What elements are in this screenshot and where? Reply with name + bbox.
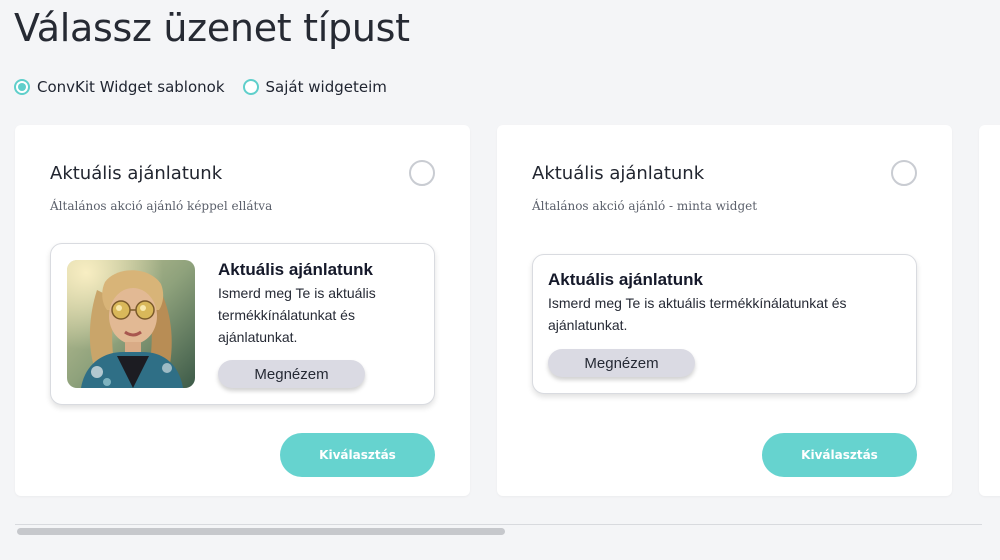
- preview-text: Aktuális ajánlatunk Ismerd meg Te is akt…: [218, 260, 423, 348]
- radio-convkit-templates-label: ConvKit Widget sablonok: [37, 78, 225, 96]
- select-button[interactable]: Kiválasztás: [280, 433, 435, 477]
- card-subtitle: Általános akció ajánló képpel ellátva: [50, 199, 273, 213]
- template-card-partial[interactable]: [979, 125, 1000, 496]
- widget-preview: Aktuális ajánlatunk Ismerd meg Te is akt…: [532, 254, 917, 394]
- widget-source-radio-group: ConvKit Widget sablonok Saját widgeteim: [14, 78, 387, 96]
- card-select-radio[interactable]: [409, 160, 435, 186]
- preview-title: Aktuális ajánlatunk: [548, 270, 703, 289]
- template-card[interactable]: Aktuális ajánlatunk Általános akció aján…: [497, 125, 952, 496]
- preview-title: Aktuális ajánlatunk: [218, 260, 373, 279]
- card-select-radio[interactable]: [891, 160, 917, 186]
- radio-own-widgets-label: Saját widgeteim: [265, 78, 387, 96]
- widget-preview: Aktuális ajánlatunk Ismerd meg Te is akt…: [50, 243, 435, 405]
- template-card[interactable]: Aktuális ajánlatunk Általános akció aján…: [15, 125, 470, 496]
- card-title: Aktuális ajánlatunk: [532, 163, 705, 184]
- horizontal-scrollbar-thumb[interactable]: [17, 528, 505, 535]
- preview-view-button[interactable]: Megnézem: [218, 360, 365, 388]
- radio-own-widgets[interactable]: Saját widgeteim: [242, 78, 387, 96]
- page-title: Válassz üzenet típust: [14, 6, 410, 50]
- radio-selected-icon[interactable]: [14, 79, 30, 95]
- preview-body: Ismerd meg Te is aktuális termékkínálatu…: [218, 285, 376, 345]
- horizontal-scrollbar-track[interactable]: [15, 524, 982, 525]
- preview-view-button[interactable]: Megnézem: [548, 349, 695, 377]
- preview-body: Ismerd meg Te is aktuális termékkínálatu…: [548, 295, 847, 333]
- select-button[interactable]: Kiválasztás: [762, 433, 917, 477]
- card-subtitle: Általános akció ajánló - minta widget: [532, 199, 758, 213]
- preview-text: Aktuális ajánlatunk Ismerd meg Te is akt…: [548, 270, 908, 336]
- card-title: Aktuális ajánlatunk: [50, 163, 223, 184]
- woman-with-sunglasses-photo: [67, 260, 195, 388]
- radio-unselected-icon[interactable]: [242, 79, 259, 95]
- radio-convkit-templates[interactable]: ConvKit Widget sablonok: [14, 78, 225, 96]
